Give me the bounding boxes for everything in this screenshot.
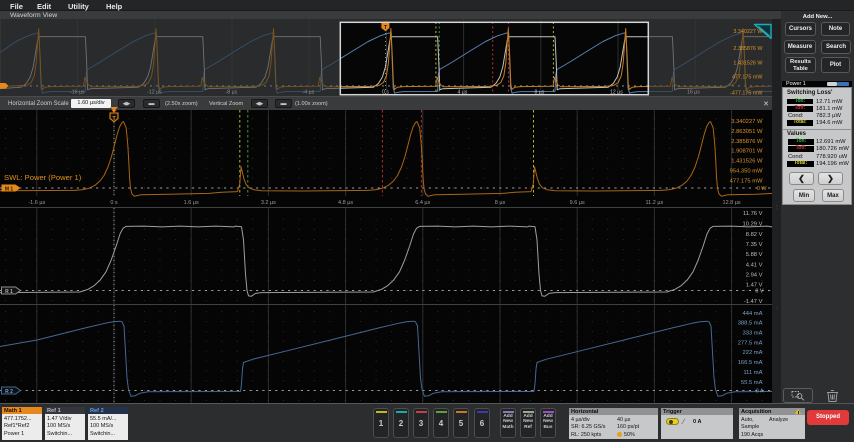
svg-text:2.385876 W: 2.385876 W xyxy=(731,139,763,145)
svg-text:5.88 V: 5.88 V xyxy=(746,252,763,258)
svg-text:9.6 µs: 9.6 µs xyxy=(570,200,585,206)
svg-text:4.8 µs: 4.8 µs xyxy=(338,200,353,206)
svg-text:1.431526 W: 1.431526 W xyxy=(731,159,763,165)
svg-text:M 1: M 1 xyxy=(5,187,14,193)
svg-text:333 mA: 333 mA xyxy=(743,331,763,337)
svg-text:7.35 V: 7.35 V xyxy=(746,242,763,248)
svg-text:10.29 V: 10.29 V xyxy=(743,221,763,227)
svg-text:0 W: 0 W xyxy=(757,186,767,192)
svg-text:1.908701 W: 1.908701 W xyxy=(731,149,763,155)
svg-text:1.431526 W: 1.431526 W xyxy=(733,60,763,66)
svg-text:277.5 mA: 277.5 mA xyxy=(738,340,763,346)
svg-text:0 V: 0 V xyxy=(755,289,763,295)
svg-text:-4 µs: -4 µs xyxy=(303,90,315,96)
svg-text:SWL: Power (Power 1): SWL: Power (Power 1) xyxy=(4,173,82,182)
svg-text:444 mA: 444 mA xyxy=(743,311,763,317)
svg-text:166.5 mA: 166.5 mA xyxy=(738,360,763,366)
svg-text:2.94 V: 2.94 V xyxy=(746,273,763,279)
svg-text:4.41 V: 4.41 V xyxy=(746,262,763,268)
svg-text:-1.6 µs: -1.6 µs xyxy=(28,200,45,206)
svg-text:2.385876 W: 2.385876 W xyxy=(733,46,763,52)
svg-text:1.47 V: 1.47 V xyxy=(746,282,763,288)
svg-text:3.340227 W: 3.340227 W xyxy=(731,119,763,125)
svg-text:477.175 mW: 477.175 mW xyxy=(732,75,763,81)
svg-text:0 A: 0 A xyxy=(756,389,764,395)
svg-text:11.76 V: 11.76 V xyxy=(743,211,763,217)
svg-text:3.2 µs: 3.2 µs xyxy=(261,200,276,206)
svg-text:2.863051 W: 2.863051 W xyxy=(731,129,763,135)
svg-text:R 2: R 2 xyxy=(5,389,13,395)
svg-text:-8 µs: -8 µs xyxy=(226,90,238,96)
svg-text:16 µs: 16 µs xyxy=(687,90,700,96)
svg-text:0 s: 0 s xyxy=(382,90,389,96)
svg-text:6.4 µs: 6.4 µs xyxy=(415,200,430,206)
svg-text:222 mA: 222 mA xyxy=(743,350,763,356)
svg-text:8 µs: 8 µs xyxy=(534,90,544,96)
svg-text:954.350 mW: 954.350 mW xyxy=(730,169,763,175)
svg-text:3.340227 W: 3.340227 W xyxy=(733,29,763,35)
svg-text:-12 µs: -12 µs xyxy=(147,90,162,96)
svg-text:55.5 mA: 55.5 mA xyxy=(741,380,763,386)
svg-text:477.175 mW: 477.175 mW xyxy=(730,179,763,185)
svg-text:11.2 µs: 11.2 µs xyxy=(646,200,664,206)
svg-text:R 1: R 1 xyxy=(5,289,13,295)
svg-text:0 s: 0 s xyxy=(110,200,118,206)
svg-text:388.5 mA: 388.5 mA xyxy=(738,321,763,327)
svg-text:111 mA: 111 mA xyxy=(743,370,762,376)
svg-text:12.8 µs: 12.8 µs xyxy=(723,200,741,206)
svg-text:-16 µs: -16 µs xyxy=(70,90,85,96)
svg-text:8.82 V: 8.82 V xyxy=(746,232,763,238)
svg-text:8 µs: 8 µs xyxy=(495,200,506,206)
svg-text:12 µs: 12 µs xyxy=(610,90,623,96)
svg-text:4 µs: 4 µs xyxy=(457,90,467,96)
svg-text:1.6 µs: 1.6 µs xyxy=(184,200,199,206)
